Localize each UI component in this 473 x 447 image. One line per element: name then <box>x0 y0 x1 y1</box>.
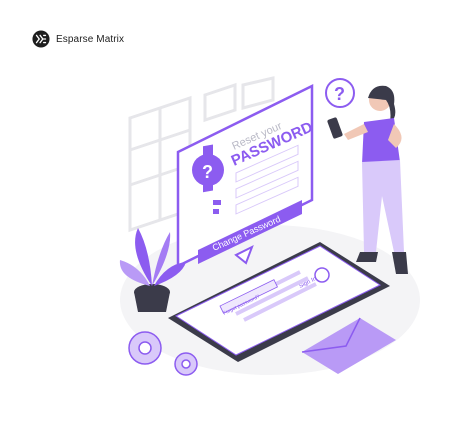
question-mark: ? <box>334 84 345 104</box>
key-question-mark: ? <box>202 162 213 182</box>
phone-in-hand <box>327 117 343 139</box>
forgot-password-illustration: ? Reset your PASSWORD Change Password Si… <box>119 76 420 376</box>
